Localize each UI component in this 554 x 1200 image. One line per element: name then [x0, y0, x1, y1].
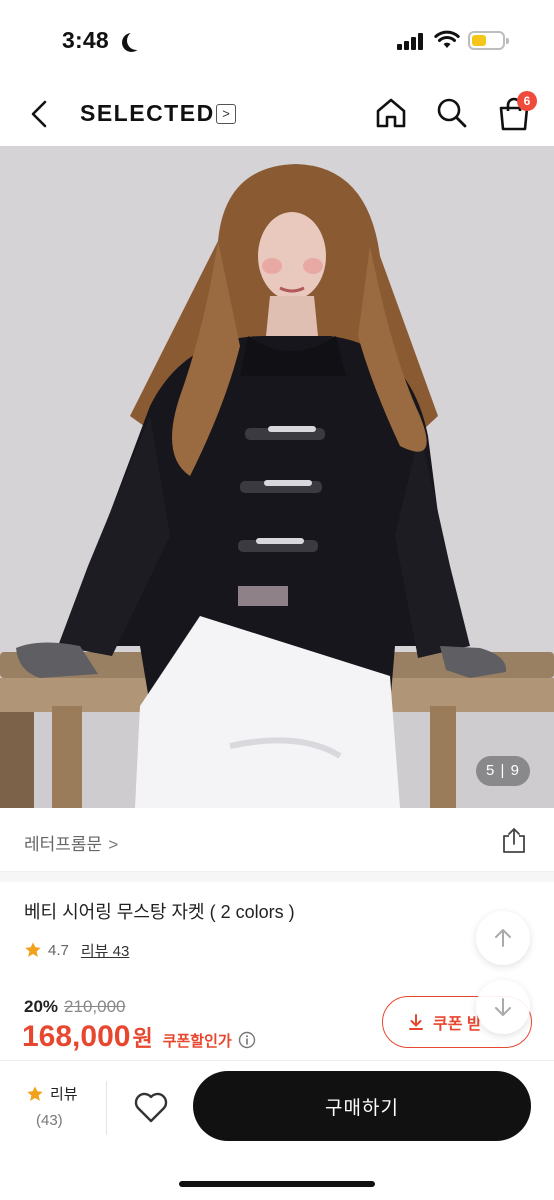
coupon-price-label: 쿠폰할인가 [162, 1033, 232, 1050]
shop-brand-title[interactable]: SELECTED [80, 100, 215, 127]
sale-price: 168,000 [22, 1020, 131, 1053]
discount-rate: 20% [24, 997, 59, 1016]
back-button[interactable] [24, 96, 56, 132]
share-icon[interactable] [500, 826, 528, 854]
cart-count-badge: 6 [517, 91, 537, 111]
price-unit: 원 [132, 1026, 153, 1051]
product-photo [0, 146, 554, 808]
heart-icon[interactable] [133, 1090, 169, 1124]
battery-icon [468, 31, 509, 50]
rating-row: 4.7 리뷰 43 [24, 938, 129, 962]
star-icon [25, 942, 41, 957]
home-icon[interactable] [374, 96, 408, 130]
price-row: 168,000 원 쿠폰할인가 [22, 1020, 256, 1054]
bottom-action-bar: 리뷰 (43) 구매하기 [0, 1060, 554, 1200]
download-icon [409, 1014, 423, 1030]
arrow-up-icon [495, 929, 511, 947]
status-bar: 3:48 [0, 0, 554, 82]
status-time: 3:48 [62, 27, 109, 53]
product-title: 베티 시어링 무스탕 자켓 ( 2 colors ) [24, 902, 295, 922]
cellular-signal-icon [397, 33, 425, 50]
buy-button[interactable]: 구매하기 [193, 1071, 531, 1141]
review-count: (43) [36, 1112, 63, 1129]
review-summary-button[interactable]: 리뷰 (43) [26, 1083, 96, 1129]
brand-row: 레터프롬문 > [0, 808, 554, 872]
store-brand-link[interactable]: 레터프롬문 > [24, 830, 118, 855]
coupon-button-label: 쿠폰 받 [433, 1016, 482, 1033]
review-count-link[interactable]: 리뷰 43 [81, 940, 129, 961]
wifi-icon [434, 30, 460, 48]
store-brand-name: 레터프롬문 [24, 835, 103, 854]
nav-bar: SELECTED > [0, 82, 554, 146]
section-divider [0, 872, 554, 882]
scroll-up-button[interactable] [476, 911, 530, 965]
image-counter: 5 | 9 [476, 756, 530, 786]
star-icon [27, 1085, 43, 1101]
arrow-down-icon [495, 998, 511, 1016]
search-icon[interactable] [435, 96, 469, 130]
scroll-down-button[interactable] [476, 980, 530, 1034]
discount-row: 20% 210,000 [24, 997, 125, 1017]
review-label: 리뷰 [50, 1086, 78, 1103]
product-image-carousel[interactable]: 5 | 9 [0, 146, 554, 808]
moon-icon [127, 31, 146, 50]
divider [106, 1081, 107, 1135]
home-indicator [179, 1181, 375, 1187]
chevron-right-icon: > [108, 835, 119, 854]
original-price: 210,000 [64, 997, 126, 1016]
rating-value: 4.7 [48, 941, 69, 959]
info-icon[interactable] [238, 1031, 256, 1049]
brand-chevron-icon[interactable]: > [216, 104, 236, 124]
